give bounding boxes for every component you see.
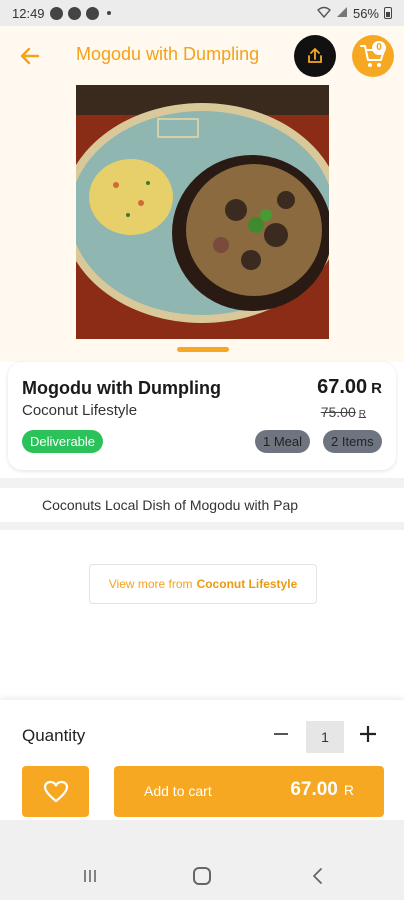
price-currency: R [371,380,382,397]
decrease-quantity-button[interactable] [270,724,292,746]
increase-quantity-button[interactable] [356,724,380,748]
arrow-left-icon [20,47,40,65]
wifi-icon [316,6,331,21]
back-button[interactable] [18,44,42,68]
favorite-button[interactable] [22,766,89,817]
system-nav-bar [0,820,404,900]
cart-button[interactable]: 0 [352,35,394,77]
view-more-prefix: View more from [108,577,193,591]
divider [0,522,404,530]
notification-icon [49,6,63,20]
cart-count-badge: 0 [372,41,386,55]
system-back-button[interactable] [308,866,328,886]
notification-icon [67,6,81,20]
add-to-cart-button[interactable]: Add to cart 67.00 R [114,766,384,817]
product-description: Coconuts Local Dish of Mogodu with Pap [42,497,299,513]
product-image[interactable] [76,85,329,339]
minus-icon [274,733,288,735]
share-button[interactable] [294,35,336,77]
more-notifications-icon [106,11,111,15]
add-price-currency: R [343,782,354,798]
battery-icon [384,7,392,19]
vendor-name: Coconut Lifestyle [22,402,138,419]
recent-apps-icon [84,870,96,882]
quantity-value[interactable]: 1 [306,721,344,753]
share-icon [308,48,322,63]
add-price-value: 67.00 [290,779,338,800]
product-name: Mogodu with Dumpling [22,378,221,398]
plus-icon [360,726,376,742]
divider [0,478,404,488]
battery-percent: 56% [352,5,379,21]
signal-icon [336,6,348,21]
status-time: 12:49 [12,5,45,21]
product-hero: Mogodu with Dumpling 0 [0,26,404,362]
deliverable-badge: Deliverable [22,430,104,453]
heart-icon [43,780,68,802]
original-price: 75.00 R [321,404,366,420]
status-bar: 12:49 56% [0,0,404,26]
chevron-left-icon [313,868,322,884]
notification-icon [85,6,99,20]
item-count-tag: 2 Items [323,430,382,453]
price-value: 67.00 [317,376,368,398]
view-more-vendor-button[interactable]: View more from Coconut Lifestyle [89,564,317,604]
old-price-currency: R [358,409,366,420]
product-price: 67.00 R [317,376,382,399]
quantity-label: Quantity [22,726,86,745]
product-info-card: Mogodu with Dumpling Coconut Lifestyle 6… [8,362,396,470]
view-more-vendor: Coconut Lifestyle [196,577,298,591]
home-button[interactable] [193,867,211,885]
carousel-indicator [177,347,229,352]
recent-apps-button[interactable] [82,868,98,884]
meal-count-tag: 1 Meal [255,430,311,453]
add-to-cart-price: 67.00 R [290,779,354,801]
old-price-value: 75.00 [320,404,356,420]
purchase-panel: Quantity 1 Add to cart 67.00 R [0,700,404,820]
page-title: Mogodu with Dumpling [76,44,260,64]
add-to-cart-label: Add to cart [144,783,212,799]
